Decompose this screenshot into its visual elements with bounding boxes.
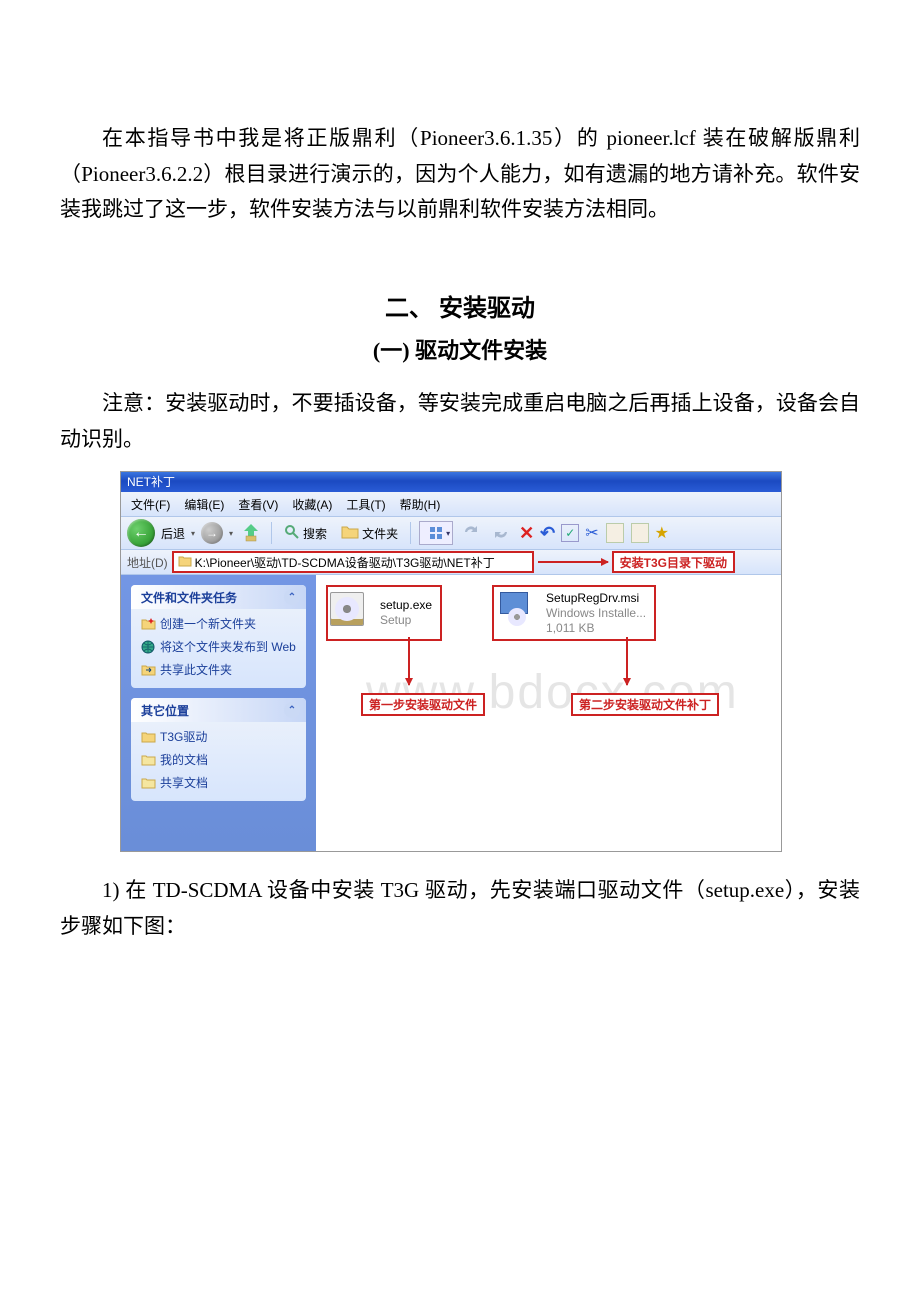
separator-icon [410,522,411,544]
cut-icon[interactable]: ✂ [585,523,598,543]
toolbar: ← 后退 ▾ → ▾ 搜索 文件夹 ✕ ↶ [121,517,781,550]
tasks-title: 文件和文件夹任务 [141,589,237,606]
loc-shared-label: 共享文档 [160,774,208,791]
other-places-title: 其它位置 [141,702,189,719]
search-label: 搜索 [303,525,327,542]
share-icon [141,663,156,677]
menu-file[interactable]: 文件(F) [127,496,174,513]
chevron-up-icon[interactable]: ⌃ [284,589,300,605]
window-titlebar: NET补丁 [121,472,781,492]
loc-mydocs[interactable]: 我的文档 [141,751,296,768]
address-path: K:\Pioneer\驱动\TD-SCDMA设备驱动\T3G驱动\NET补丁 [195,554,495,571]
menubar[interactable]: 文件(F) 编辑(E) 查看(V) 收藏(A) 工具(T) 帮助(H) [121,492,781,517]
menu-help[interactable]: 帮助(H) [396,496,445,513]
tasks-pane: 文件和文件夹任务 ⌃ 创建一个新文件夹 将这个文件夹发布到 Web [131,585,306,688]
file-list: www.bdocx.com setup.exe Setup [316,575,781,851]
chevron-up-icon[interactable]: ⌃ [284,702,300,718]
task-publish[interactable]: 将这个文件夹发布到 Web [141,638,296,655]
installer-icon [330,592,372,634]
side-panel: 文件和文件夹任务 ⌃ 创建一个新文件夹 将这个文件夹发布到 Web [121,575,316,851]
file-name: setup.exe [380,598,432,613]
sync-icon[interactable] [493,524,509,543]
task-share-label: 共享此文件夹 [160,661,232,678]
copy-icon[interactable] [606,523,624,543]
other-places-pane: 其它位置 ⌃ T3G驱动 我的文档 [131,698,306,801]
separator-icon [271,522,272,544]
task-share[interactable]: 共享此文件夹 [141,661,296,678]
delete-icon[interactable]: ✕ [519,523,534,544]
file-name: SetupRegDrv.msi [546,591,646,606]
loc-t3g-label: T3G驱动 [160,728,207,745]
annotation-arrow-icon [626,637,628,685]
menu-tools[interactable]: 工具(T) [342,496,389,513]
task-new-folder-label: 创建一个新文件夹 [160,615,256,632]
task-publish-label: 将这个文件夹发布到 Web [160,638,296,655]
file-type: Windows Installe... [546,606,646,621]
up-button[interactable] [239,522,263,544]
section-heading: 二、 安装驱动 [60,288,860,323]
folder-icon [341,524,359,542]
search-icon [284,524,300,543]
sync-icon[interactable] [463,524,479,543]
views-button[interactable] [419,521,453,545]
check-icon[interactable]: ✓ [561,524,579,542]
annotation-install-t3g: 安装T3G目录下驱动 [612,551,735,573]
menu-view[interactable]: 查看(V) [234,496,282,513]
back-button[interactable]: ← [127,519,155,547]
loc-t3g[interactable]: T3G驱动 [141,728,296,745]
annotation-arrow-icon [408,637,410,685]
note-paragraph: 注意：安装驱动时，不要插设备，等安装完成重启电脑之后再插上设备，设备会自动识别。 [60,386,860,457]
folder-icon [141,776,156,790]
subsection-heading: (一) 驱动文件安装 [60,333,860,365]
new-folder-icon [141,617,156,631]
menu-fav[interactable]: 收藏(A) [288,496,336,513]
loc-shared[interactable]: 共享文档 [141,774,296,791]
annotation-step2: 第二步安装驱动文件补丁 [571,693,719,716]
loc-mydocs-label: 我的文档 [160,751,208,768]
after-paragraph: 1) 在 TD-SCDMA 设备中安装 T3G 驱动，先安装端口驱动文件（set… [60,873,860,944]
address-input[interactable]: K:\Pioneer\驱动\TD-SCDMA设备驱动\T3G驱动\NET补丁 [172,551,534,573]
annotation-arrow-icon [538,561,608,563]
msi-icon [496,592,538,634]
forward-button[interactable]: → [201,522,223,544]
addressbar: 地址(D) K:\Pioneer\驱动\TD-SCDMA设备驱动\T3G驱动\N… [121,550,781,575]
folder-icon [178,555,195,570]
file-setup-exe[interactable]: setup.exe Setup [326,585,442,641]
file-size: 1,011 KB [546,621,646,636]
folder-icon [141,753,156,767]
file-type: Setup [380,613,432,628]
menu-edit[interactable]: 编辑(E) [180,496,228,513]
globe-icon [141,640,156,654]
file-setupregdrv-msi[interactable]: SetupRegDrv.msi Windows Installe... 1,01… [492,585,656,641]
folder-icon [141,730,156,744]
search-button[interactable]: 搜索 [280,524,331,543]
paste-icon[interactable] [631,523,649,543]
folders-label: 文件夹 [362,525,398,542]
favorite-icon[interactable]: ★ [655,523,669,543]
explorer-window: NET补丁 文件(F) 编辑(E) 查看(V) 收藏(A) 工具(T) 帮助(H… [120,471,782,852]
intro-paragraph: 在本指导书中我是将正版鼎利（Pioneer3.6.1.35）的 pioneer.… [60,121,860,228]
back-label[interactable]: 后退 [161,525,185,542]
folders-button[interactable]: 文件夹 [337,524,402,542]
address-label: 地址(D) [127,554,168,571]
annotation-step1: 第一步安装驱动文件 [361,693,485,716]
undo-icon[interactable]: ↶ [540,523,555,544]
task-new-folder[interactable]: 创建一个新文件夹 [141,615,296,632]
